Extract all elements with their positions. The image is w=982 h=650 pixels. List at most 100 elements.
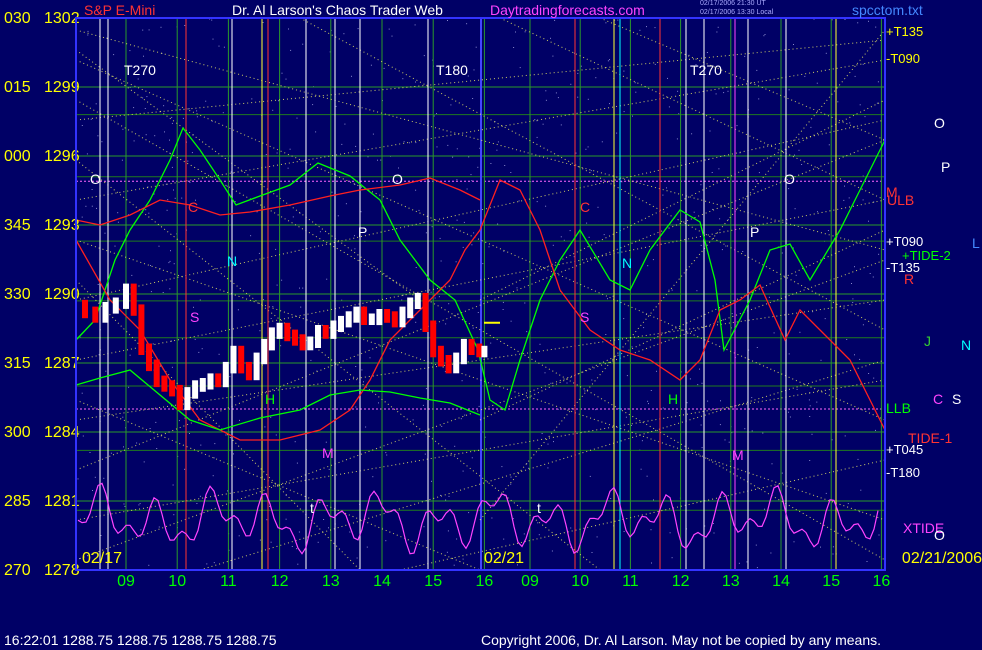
star-dot xyxy=(77,478,79,480)
star-dot xyxy=(167,199,169,201)
star-dot xyxy=(466,23,468,25)
star-dot xyxy=(671,289,673,291)
star-dot xyxy=(693,211,695,213)
star-dot xyxy=(609,103,610,105)
star-dot xyxy=(877,81,879,83)
star-dot xyxy=(162,292,164,293)
price-bar xyxy=(468,338,475,355)
website-link[interactable]: Daytradingforecasts.com xyxy=(490,2,645,18)
star-dot xyxy=(868,20,869,22)
star-dot xyxy=(385,540,387,542)
star-dot xyxy=(510,483,512,485)
star-dot xyxy=(589,475,591,477)
star-dot xyxy=(196,116,198,118)
star-dot xyxy=(287,167,289,169)
star-dot xyxy=(721,249,723,251)
star-dot xyxy=(418,209,420,211)
star-dot xyxy=(160,26,162,28)
star-dot xyxy=(149,428,151,429)
planet-letter-label: P xyxy=(358,224,367,240)
star-dot xyxy=(447,530,449,532)
star-dot xyxy=(133,107,135,109)
star-dot xyxy=(296,462,298,464)
star-dot xyxy=(446,551,448,553)
star-dot xyxy=(456,179,458,181)
star-dot xyxy=(155,421,157,423)
degree-tick-label: 285 xyxy=(4,493,31,510)
price-bar xyxy=(430,320,437,358)
star-dot xyxy=(828,144,830,146)
star-dot xyxy=(403,141,405,143)
star-dot xyxy=(188,108,190,110)
star-dot xyxy=(462,246,464,248)
price-bar xyxy=(453,352,460,374)
turn-time-label: T180 xyxy=(436,62,468,78)
star-dot xyxy=(696,290,698,292)
star-dot xyxy=(440,260,442,262)
star-dot xyxy=(291,546,293,547)
star-dot xyxy=(700,244,702,246)
star-dot xyxy=(570,83,572,85)
star-dot xyxy=(541,433,543,434)
star-dot xyxy=(545,90,547,92)
star-dot xyxy=(510,476,512,478)
hour-tick-label: 14 xyxy=(772,573,790,590)
star-dot xyxy=(97,135,99,137)
star-dot xyxy=(472,98,474,99)
star-dot xyxy=(536,136,538,138)
price-tick-label: 1302 xyxy=(44,10,80,27)
star-dot xyxy=(100,535,102,536)
star-dot xyxy=(189,181,191,183)
star-dot xyxy=(650,390,652,391)
star-dot xyxy=(570,527,572,529)
star-dot xyxy=(302,287,304,289)
star-dot xyxy=(385,452,387,454)
star-dot xyxy=(654,27,656,29)
star-dot xyxy=(372,133,374,135)
hour-tick-label: 12 xyxy=(672,573,690,590)
star-dot xyxy=(793,541,795,543)
price-bar xyxy=(276,322,283,339)
star-dot xyxy=(652,259,654,261)
star-dot xyxy=(447,20,448,21)
star-dot xyxy=(225,434,227,436)
star-dot xyxy=(857,22,859,24)
star-dot xyxy=(328,527,329,529)
angle-label: -T180 xyxy=(886,465,920,480)
star-dot xyxy=(226,185,228,187)
star-dot xyxy=(477,166,479,168)
tide-2-label: +TIDE-2 xyxy=(902,248,951,263)
star-dot xyxy=(728,441,730,443)
star-dot xyxy=(677,90,679,92)
star-dot xyxy=(89,452,91,453)
star-dot xyxy=(816,401,818,403)
star-dot xyxy=(117,212,119,214)
star-dot xyxy=(719,218,721,220)
star-dot xyxy=(386,454,388,456)
price-bar xyxy=(414,292,421,309)
degree-tick-label: 300 xyxy=(4,424,31,441)
star-dot xyxy=(104,232,106,234)
turn-time-label: T270 xyxy=(690,62,722,78)
planet-letter-label: P xyxy=(750,224,759,240)
star-dot xyxy=(768,296,770,298)
chaos-trader-chart: 030 1302 015 1299 000 1296 345 1293 330 1290 315 12… xyxy=(0,0,982,650)
star-dot xyxy=(258,252,260,254)
star-dot xyxy=(646,26,647,28)
star-dot xyxy=(788,353,790,355)
star-dot xyxy=(156,448,158,449)
star-dot xyxy=(668,106,670,108)
star-dot xyxy=(771,463,773,465)
star-dot xyxy=(601,141,603,143)
planet-letter-label: t xyxy=(310,500,314,516)
star-dot xyxy=(211,19,213,21)
star-dot xyxy=(145,134,147,136)
star-dot xyxy=(539,343,541,345)
star-dot xyxy=(380,159,382,161)
star-dot xyxy=(454,445,456,447)
price-tick-label: 1284 xyxy=(44,424,80,441)
star-dot xyxy=(844,19,846,20)
star-dot xyxy=(366,546,368,548)
star-dot xyxy=(595,77,597,79)
star-dot xyxy=(148,564,150,566)
